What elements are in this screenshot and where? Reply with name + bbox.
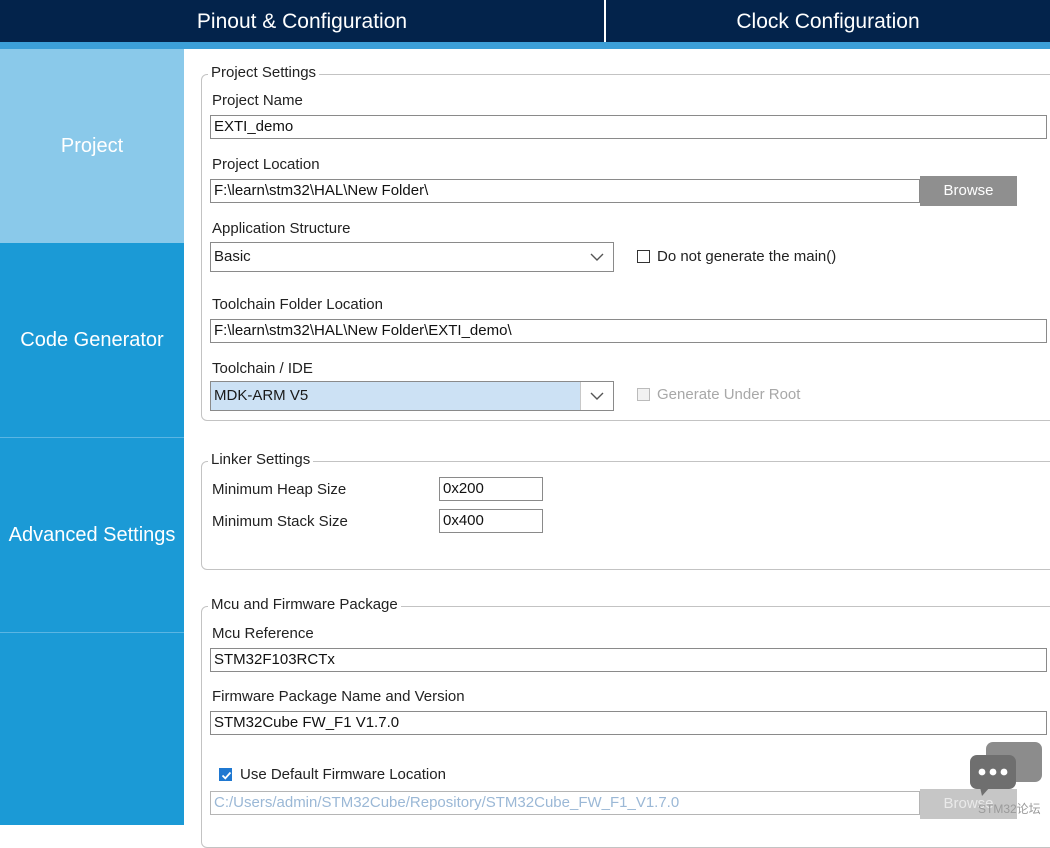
project-settings-legend: Project Settings [208, 64, 320, 81]
linker-settings-group: Linker Settings Minimum Heap Size 0x200 … [201, 451, 1050, 570]
project-name-input[interactable]: EXTI_demo [210, 115, 1047, 139]
chat-bubble-icon[interactable] [970, 742, 1044, 803]
no-main-label: Do not generate the main() [657, 248, 837, 265]
firmware-package-label: Firmware Package Name and Version [212, 688, 465, 705]
sidebar: Project Code Generator Advanced Settings [0, 49, 184, 825]
generate-under-root-label: Generate Under Root [657, 386, 801, 403]
mcu-reference-input[interactable]: STM32F103RCTx [210, 648, 1047, 672]
heap-size-label: Minimum Heap Size [212, 481, 347, 498]
stack-size-input[interactable]: 0x400 [439, 509, 543, 533]
linker-settings-legend: Linker Settings [208, 451, 314, 468]
generate-under-root-checkbox[interactable] [637, 388, 650, 401]
chevron-down-icon [581, 382, 613, 410]
sidebar-item-project[interactable]: Project [0, 49, 184, 243]
toolchain-ide-label: Toolchain / IDE [212, 360, 313, 377]
firmware-package-input[interactable]: STM32Cube FW_F1 V1.7.0 [210, 711, 1047, 735]
toolchain-ide-select[interactable]: MDK-ARM V5 [210, 381, 614, 411]
tab-clock-configuration[interactable]: Clock Configuration [606, 0, 1050, 42]
use-default-firmware-label: Use Default Firmware Location [240, 766, 446, 783]
toolchain-folder-label: Toolchain Folder Location [212, 296, 383, 313]
application-structure-value: Basic [214, 248, 251, 265]
tab-pinout-configuration[interactable]: Pinout & Configuration [0, 0, 604, 42]
application-structure-select[interactable]: Basic [210, 242, 614, 272]
check-icon [221, 771, 232, 780]
main-content: Project Settings Project Name EXTI_demo … [184, 49, 1050, 848]
sidebar-item-advanced-settings[interactable]: Advanced Settings [0, 438, 184, 633]
project-location-input[interactable]: F:\learn\stm32\HAL\New Folder\ [210, 179, 920, 203]
application-structure-label: Application Structure [212, 220, 351, 237]
project-settings-group: Project Settings Project Name EXTI_demo … [201, 64, 1050, 421]
no-main-checkbox[interactable] [637, 250, 650, 263]
watermark-text: STM32论坛 [978, 802, 1041, 816]
project-name-label: Project Name [212, 92, 303, 109]
chevron-down-icon [581, 243, 613, 271]
project-location-browse-button[interactable]: Browse [920, 176, 1017, 206]
top-tab-bar: Pinout & Configuration Clock Configurati… [0, 0, 1050, 42]
tab-bar-accent-line [0, 42, 1050, 49]
firmware-location-input[interactable]: C:/Users/admin/STM32Cube/Repository/STM3… [210, 791, 920, 815]
mcu-firmware-legend: Mcu and Firmware Package [208, 596, 401, 613]
toolchain-folder-input[interactable]: F:\learn\stm32\HAL\New Folder\EXTI_demo\ [210, 319, 1047, 343]
mcu-firmware-group: Mcu and Firmware Package Mcu Reference S… [201, 596, 1050, 848]
sidebar-item-code-generator[interactable]: Code Generator [0, 243, 184, 438]
stack-size-label: Minimum Stack Size [212, 513, 348, 530]
heap-size-input[interactable]: 0x200 [439, 477, 543, 501]
mcu-reference-label: Mcu Reference [212, 625, 314, 642]
use-default-firmware-checkbox[interactable] [219, 768, 232, 781]
project-location-label: Project Location [212, 156, 320, 173]
toolchain-ide-value: MDK-ARM V5 [214, 387, 309, 404]
